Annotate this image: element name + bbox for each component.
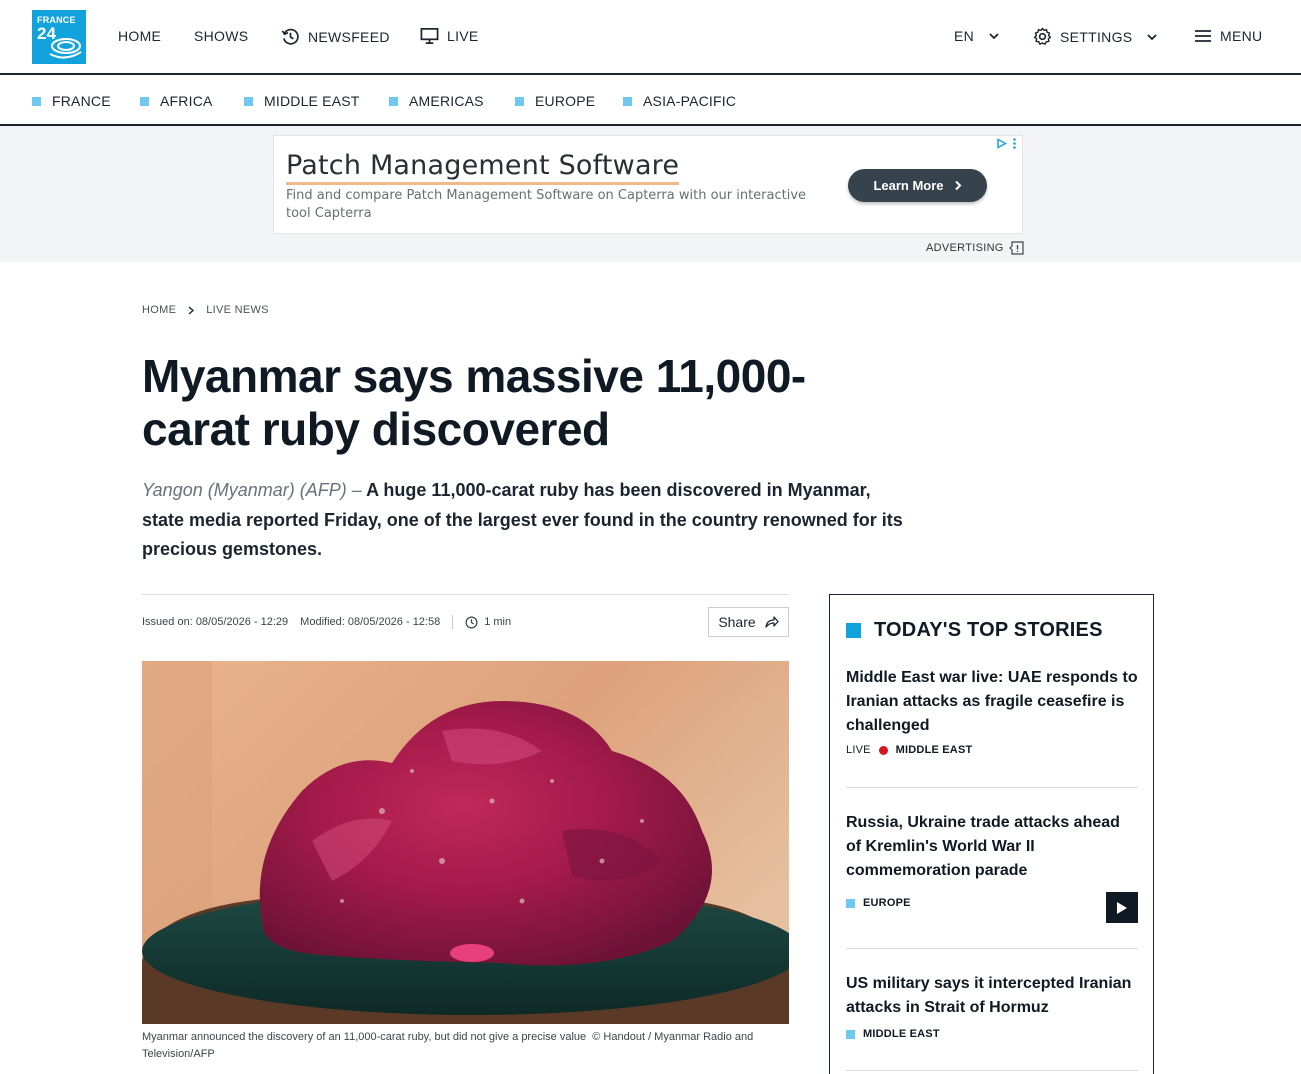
top-story-3[interactable]: US military says it intercepted Iranian … <box>846 972 1138 1040</box>
story-title[interactable]: Russia, Ukraine trade attacks ahead of K… <box>846 811 1138 883</box>
breadcrumb-home[interactable]: HOME <box>142 304 176 316</box>
region-marker <box>846 1029 855 1039</box>
article-meta: Issued on: 08/05/2026 - 12:29 Modified: … <box>142 615 511 629</box>
adchoices-play-icon <box>997 138 1007 149</box>
ad-description: Find and compare Patch Management Softwa… <box>286 188 807 221</box>
nav-home[interactable]: HOME <box>118 28 161 44</box>
ad-band: Patch Management Software Find and compa… <box>0 126 1301 262</box>
story-divider <box>846 1070 1138 1071</box>
chevron-down-icon <box>989 33 999 40</box>
issued-date: Issued on: 08/05/2026 - 12:29 <box>142 616 289 628</box>
share-button[interactable]: Share <box>708 607 789 637</box>
region-marker <box>244 96 253 106</box>
meta-divider <box>142 594 789 595</box>
chevron-down-icon <box>1147 33 1158 40</box>
region-asia-pacific[interactable]: ASIA-PACIFIC <box>623 93 736 109</box>
breadcrumb-live-news[interactable]: LIVE NEWS <box>206 304 269 316</box>
read-time: 1 min <box>465 616 511 629</box>
region-europe[interactable]: EUROPE <box>515 93 595 109</box>
region-marker <box>846 898 855 908</box>
ad-learn-more-button[interactable]: Learn More <box>848 169 987 202</box>
region-nav: FRANCE AFRICA MIDDLE EAST AMERICAS EUROP… <box>0 75 1301 126</box>
play-icon <box>1117 901 1127 914</box>
story-divider <box>846 787 1138 788</box>
article-lead: Yangon (Myanmar) (AFP) – A huge 11,000-c… <box>142 476 912 565</box>
gear-icon <box>1033 27 1052 45</box>
modified-date: Modified: 08/05/2026 - 12:58 <box>300 616 441 628</box>
ad-choices[interactable] <box>996 138 1016 149</box>
nav-shows[interactable]: SHOWS <box>194 28 248 44</box>
clock-icon <box>465 616 478 628</box>
settings-menu[interactable]: SETTINGS <box>1033 27 1158 46</box>
more-vertical-icon <box>1013 138 1016 149</box>
region-africa[interactable]: AFRICA <box>140 93 213 109</box>
region-marker <box>623 96 632 106</box>
history-clock-icon <box>281 28 299 45</box>
story-divider <box>846 948 1138 949</box>
article-title: Myanmar says massive 11,000-carat ruby d… <box>142 350 806 455</box>
tv-monitor-icon <box>420 28 439 44</box>
logo-swirl-icon <box>49 38 82 59</box>
breadcrumb: HOME LIVE NEWS <box>142 304 269 316</box>
story-tag: MIDDLE EAST <box>846 1028 1138 1040</box>
top-story-1[interactable]: Middle East war live: UAE responds to Ir… <box>846 666 1138 756</box>
live-label: LIVE <box>846 744 871 756</box>
photo-caption: Myanmar announced the discovery of an 11… <box>142 1031 754 1060</box>
region-middle-east[interactable]: MIDDLE EAST <box>244 93 360 109</box>
ad-title[interactable]: Patch Management Software <box>286 150 680 185</box>
nav-live[interactable]: LIVE <box>420 27 479 45</box>
meta-separator <box>452 615 454 629</box>
region-france[interactable]: FRANCE <box>32 93 111 109</box>
site-header: FRANCE 24 HOME SHOWS NEWSFEED LIVE EN SE… <box>0 0 1301 75</box>
hamburger-icon <box>1195 30 1211 42</box>
region-marker <box>515 96 524 106</box>
ruby-photo-image <box>142 661 789 1024</box>
live-dot-icon <box>878 745 888 755</box>
top-story-2[interactable]: Russia, Ukraine trade attacks ahead of K… <box>846 811 1138 923</box>
share-arrow-icon <box>765 616 779 628</box>
top-stories-heading: TODAY'S TOP STORIES <box>846 619 1103 642</box>
top-stories-sidebar: TODAY'S TOP STORIES Middle East war live… <box>829 594 1154 1074</box>
region-marker <box>389 96 398 106</box>
chevron-right-icon <box>954 180 961 191</box>
story-title[interactable]: Middle East war live: UAE responds to Ir… <box>846 666 1138 738</box>
menu-button[interactable]: MENU <box>1194 28 1262 44</box>
story-title[interactable]: US military says it intercepted Iranian … <box>846 972 1138 1020</box>
nav-newsfeed[interactable]: NEWSFEED <box>281 27 390 46</box>
region-marker <box>32 96 41 106</box>
story-tag: EUROPE <box>846 897 1138 909</box>
advertising-label: ADVERTISING <box>926 241 1024 255</box>
ad-unit[interactable]: Patch Management Software Find and compa… <box>273 135 1023 234</box>
region-americas[interactable]: AMERICAS <box>389 93 484 109</box>
story-tag: LIVE MIDDLE EAST <box>846 744 973 756</box>
article-dateline: Yangon (Myanmar) (AFP) – <box>142 480 362 500</box>
heading-marker <box>846 623 861 638</box>
region-marker <box>140 96 149 106</box>
france24-logo[interactable]: FRANCE 24 <box>32 10 86 64</box>
chevron-right-icon <box>188 305 195 315</box>
report-ad-icon[interactable] <box>1008 241 1024 255</box>
language-selector[interactable]: EN <box>954 28 1000 44</box>
video-play-button[interactable] <box>1106 892 1138 923</box>
article-photo-ruby[interactable] <box>142 661 789 1024</box>
